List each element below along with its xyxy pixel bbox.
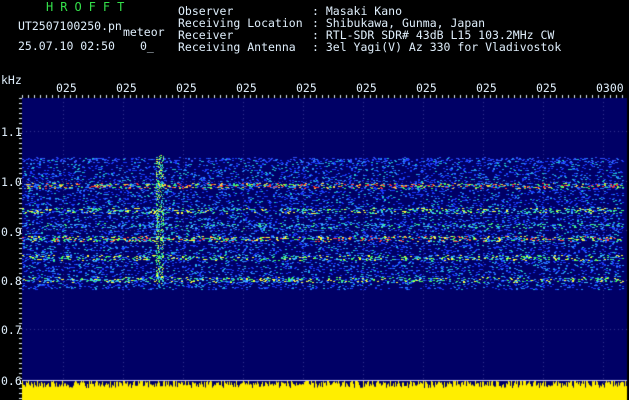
x-tick-label: 0300 (596, 81, 624, 95)
counter-label: 0_ (140, 39, 154, 53)
x-tick-label: 025 (56, 81, 77, 95)
field-value-antenna: : 3el Yagi(V) Az 330 for Vladivostok (312, 40, 562, 54)
station-title: HROFFT (46, 0, 132, 14)
field-label-antenna: Receiving Antenna (178, 40, 296, 54)
y-tick-label: 1.0 (1, 175, 22, 189)
x-tick-label: 025 (176, 81, 197, 95)
x-tick-label: 025 (476, 81, 497, 95)
unit-label: kHz (1, 73, 22, 87)
x-tick-label: 025 (536, 81, 557, 95)
y-tick-label: 0.7 (1, 323, 22, 337)
y-tick-label: 0.8 (1, 274, 22, 288)
datetime-label: 25.07.10 02:50 (18, 39, 115, 53)
x-tick-label: 025 (296, 81, 317, 95)
y-tick-label: 1.1 (1, 125, 22, 139)
filename-label: UT2507100250.pn (18, 19, 122, 33)
x-tick-label: 025 (116, 81, 137, 95)
x-tick-label: 025 (416, 81, 437, 95)
x-tick-label: 025 (236, 81, 257, 95)
file-suffix-label: meteor (123, 25, 165, 39)
y-tick-label: 0.6 (1, 374, 22, 388)
y-tick-label: 0.9 (1, 225, 22, 239)
spectrogram-canvas (0, 0, 629, 400)
x-tick-label: 025 (356, 81, 377, 95)
